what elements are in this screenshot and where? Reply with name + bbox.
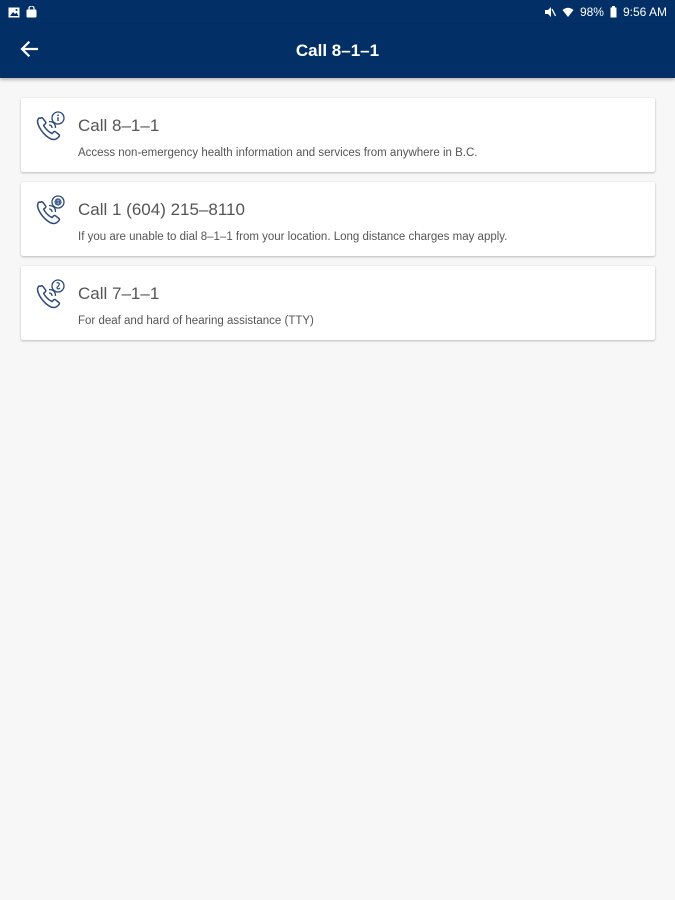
call-option-long-distance[interactable]: Call 1 (604) 215–8110 If you are unable …	[21, 182, 655, 256]
call-option-title: Call 7–1–1	[78, 284, 160, 303]
arrow-left-icon	[20, 40, 39, 62]
phone-globe-icon	[33, 194, 67, 228]
app-bar: Call 8–1–1	[0, 24, 675, 78]
call-option-title: Call 1 (604) 215–8110	[78, 200, 245, 219]
call-option-title: Call 8–1–1	[78, 116, 160, 135]
battery-icon	[610, 6, 617, 18]
call-option-subtitle: Access non-emergency health information …	[78, 147, 478, 159]
shopping-bag-icon	[26, 6, 37, 18]
status-bar-right: 98% 9:56 AM	[544, 5, 667, 19]
status-time: 9:56 AM	[622, 5, 667, 19]
wifi-icon	[562, 7, 574, 18]
phone-info-icon	[33, 110, 67, 144]
status-bar: 98% 9:56 AM	[0, 0, 675, 24]
mute-icon	[544, 6, 556, 18]
call-option-811[interactable]: Call 8–1–1 Access non-emergency health i…	[21, 98, 655, 172]
back-button[interactable]	[14, 37, 44, 65]
image-icon	[8, 7, 20, 18]
status-bar-left	[8, 6, 37, 18]
call-option-subtitle: For deaf and hard of hearing assistance …	[78, 315, 314, 327]
call-option-subtitle: If you are unable to dial 8–1–1 from you…	[78, 231, 508, 243]
call-option-711[interactable]: Call 7–1–1 For deaf and hard of hearing …	[21, 266, 655, 340]
page-title: Call 8–1–1	[295, 41, 380, 60]
call-options-list: Call 8–1–1 Access non-emergency health i…	[21, 98, 655, 350]
phone-tty-icon	[33, 278, 67, 312]
battery-percent: 98%	[579, 5, 604, 19]
